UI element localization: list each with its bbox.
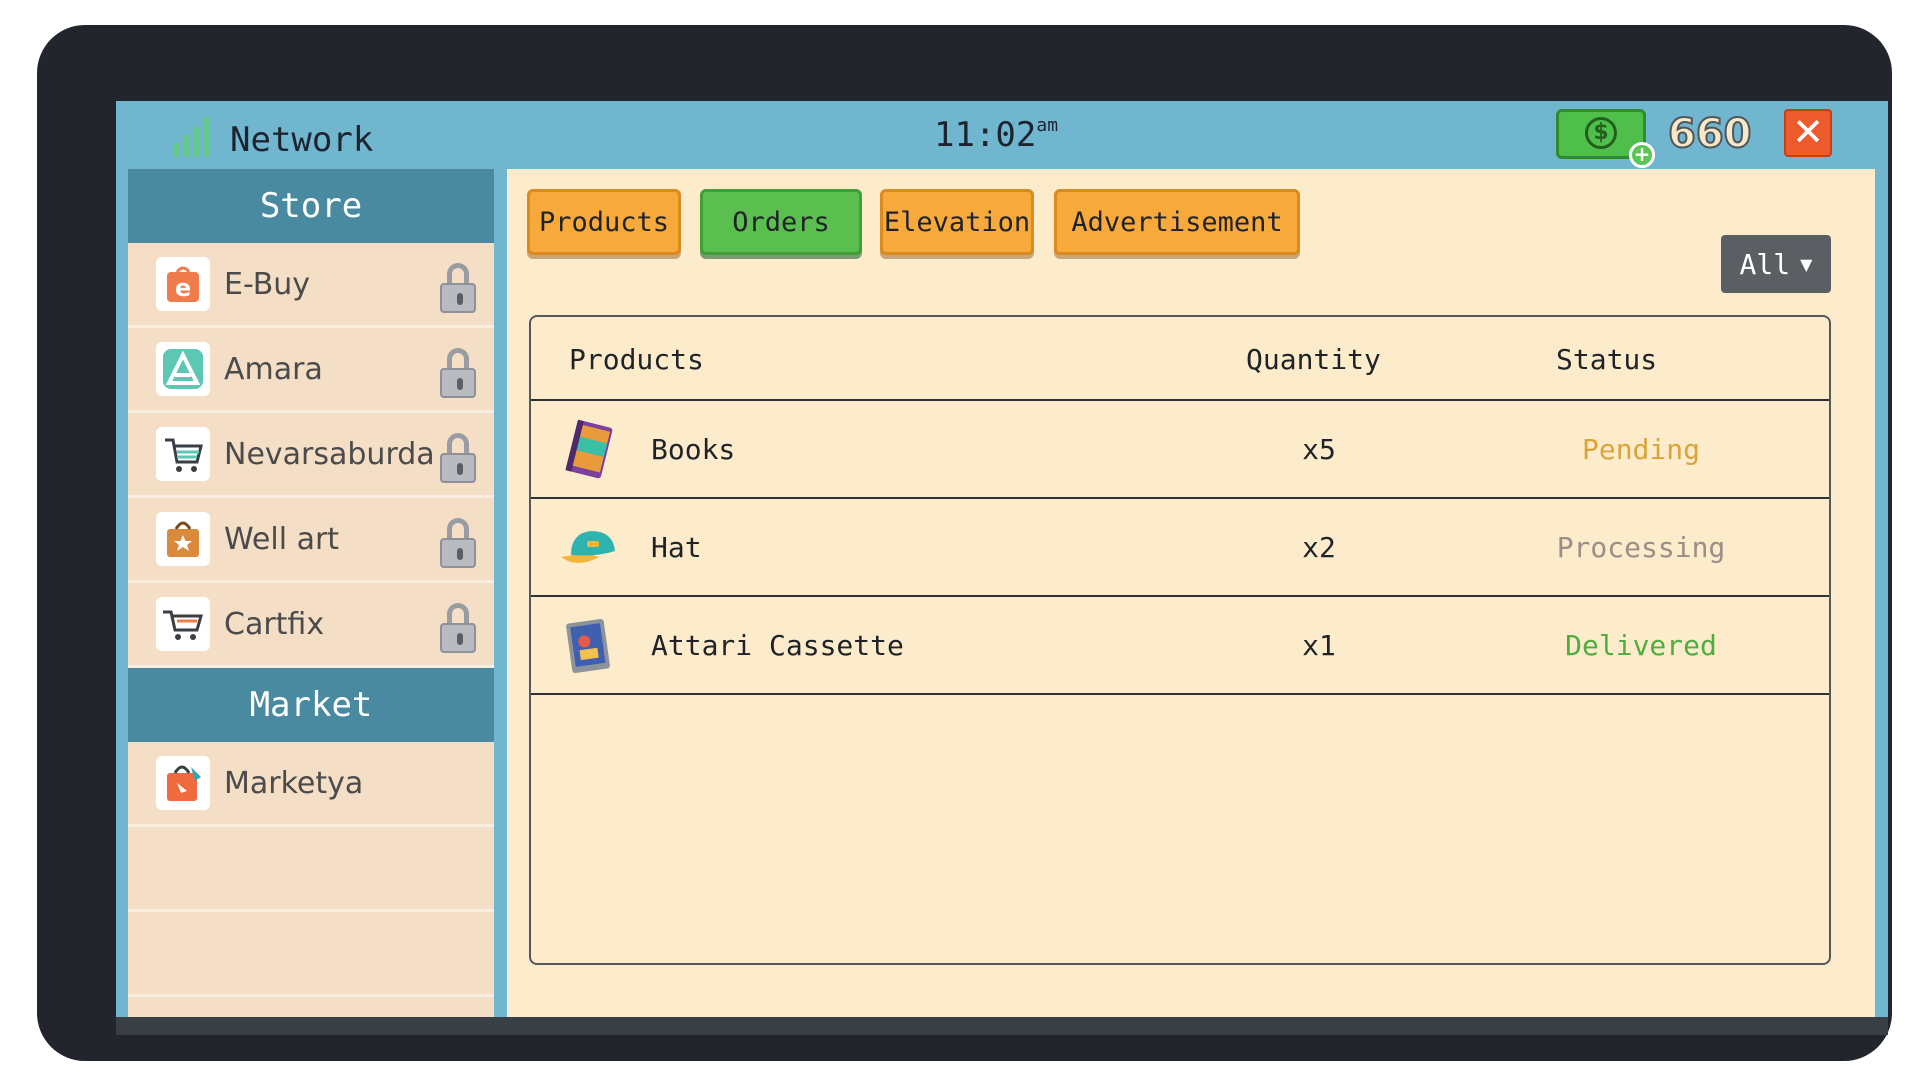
network-label: Network (230, 120, 374, 160)
screen: Network 11:02am $ + 660 ✕ Store e E-Buy (116, 101, 1888, 1035)
cart-icon (156, 427, 210, 481)
close-button[interactable]: ✕ (1784, 109, 1832, 157)
tab-orders[interactable]: Orders (700, 189, 862, 255)
sidebar-empty-slot (128, 912, 494, 997)
signal-icon (174, 113, 210, 157)
store-header: Store (128, 169, 494, 243)
sidebar-item-label: Amara (224, 351, 323, 387)
sidebar-empty-slot (128, 827, 494, 912)
panel-divider (494, 169, 506, 1035)
sidebar-item-marketya[interactable]: Marketya (128, 742, 494, 827)
product-name: Books (651, 433, 736, 466)
tab-elevation[interactable]: Elevation (880, 189, 1034, 255)
plus-icon: + (1629, 142, 1655, 168)
lock-icon (438, 518, 478, 568)
dollar-icon: $ (1585, 117, 1617, 149)
sidebar-item-amara[interactable]: Amara (128, 328, 494, 413)
sidebar-item-label: E-Buy (224, 266, 311, 302)
header-quantity: Quantity (1246, 343, 1381, 376)
clock-time: 11:02 (934, 115, 1037, 155)
filter-value: All (1739, 247, 1791, 281)
e-buy-icon: e (156, 257, 210, 311)
lock-icon (438, 603, 478, 653)
sidebar: Store e E-Buy Amara Nevarsaburda Well ar… (128, 169, 494, 1021)
tab-products[interactable]: Products (527, 189, 681, 255)
tab-advertisement[interactable]: Advertisement (1054, 189, 1300, 255)
clock: 11:02am (934, 115, 1058, 155)
filter-dropdown[interactable]: All ▼ (1721, 235, 1831, 293)
clock-suffix: am (1036, 115, 1059, 136)
money-add-button[interactable]: $ + (1556, 109, 1655, 168)
status-badge: Pending (1581, 433, 1700, 466)
header-products: Products (569, 343, 704, 376)
table-row[interactable]: Attari Cassette x1 Delivered (531, 597, 1829, 695)
main-panel: Products Orders Elevation Advertisement … (507, 169, 1875, 1017)
svg-text:e: e (175, 274, 191, 302)
book-icon (557, 419, 619, 481)
lock-icon (438, 263, 478, 313)
orders-table: Products Quantity Status Books x5 Pendin… (529, 315, 1831, 965)
product-quantity: x5 (1302, 433, 1336, 466)
sidebar-item-cartfix[interactable]: Cartfix (128, 583, 494, 668)
cassette-icon (557, 615, 619, 677)
product-name: Hat (651, 531, 702, 564)
market-bag-icon (156, 756, 210, 810)
chevron-down-icon: ▼ (1800, 254, 1813, 274)
table-header: Products Quantity Status (531, 317, 1829, 401)
screen-bottom-bar (116, 1017, 1888, 1035)
sidebar-item-label: Cartfix (224, 606, 325, 642)
lock-icon (438, 433, 478, 483)
sidebar-item-e-buy[interactable]: e E-Buy (128, 243, 494, 328)
shopping-bag-icon (156, 512, 210, 566)
product-quantity: x1 (1302, 629, 1336, 662)
cap-icon (557, 517, 619, 579)
cart-icon (156, 597, 210, 651)
sidebar-item-label: Nevarsaburda (224, 436, 435, 472)
header-status: Status (1556, 343, 1658, 376)
amara-icon (156, 342, 210, 396)
network-indicator: Network (174, 113, 373, 157)
sidebar-item-well-art[interactable]: Well art (128, 498, 494, 583)
sidebar-item-nevarsaburda[interactable]: Nevarsaburda (128, 413, 494, 498)
lock-icon (438, 348, 478, 398)
table-row[interactable]: Hat x2 Processing (531, 499, 1829, 597)
product-quantity: x2 (1302, 531, 1336, 564)
sidebar-item-label: Marketya (224, 765, 364, 801)
money-balance: 660 (1667, 110, 1752, 158)
device-bezel: Network 11:02am $ + 660 ✕ Store e E-Buy (37, 25, 1892, 1061)
status-badge: Processing (1556, 531, 1726, 564)
product-name: Attari Cassette (651, 629, 904, 662)
market-header: Market (128, 668, 494, 742)
table-row[interactable]: Books x5 Pending (531, 401, 1829, 499)
sidebar-item-label: Well art (224, 521, 340, 557)
status-badge: Delivered (1565, 629, 1717, 662)
